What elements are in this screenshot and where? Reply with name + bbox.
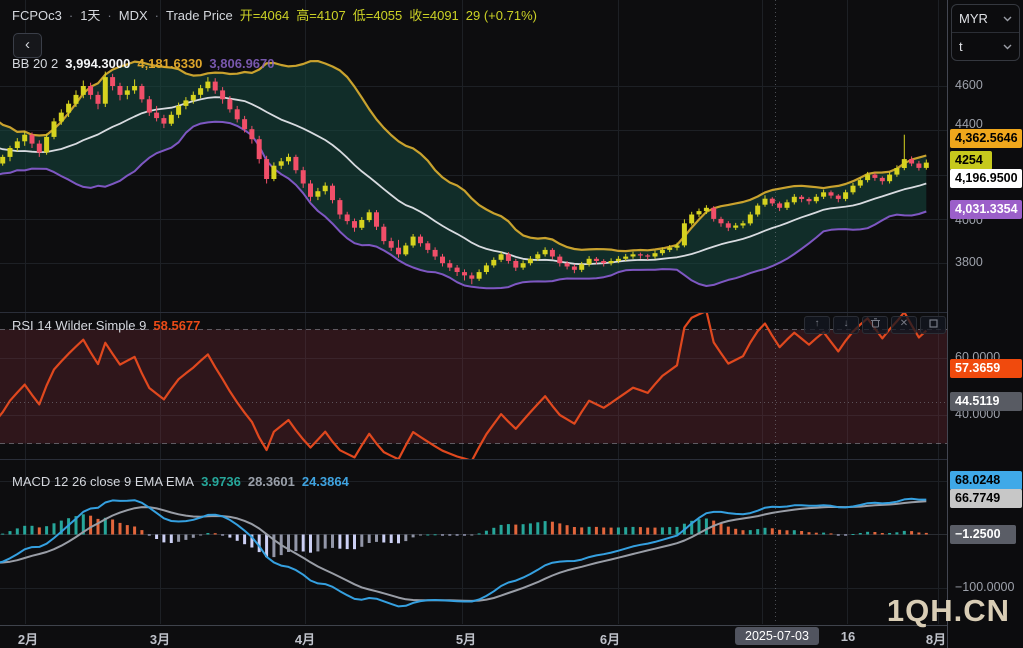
rsi-value-badge: 57.3659 [950,359,1022,378]
open-value: 开=4064 [240,5,290,24]
bb-basis-badge: 4,196.9500 [950,169,1022,188]
time-scale[interactable]: 2月 3月 4月 5月 6月 16 8月 2025-07-03 [0,625,1023,648]
chevron-down-icon [1003,44,1012,50]
axis-label: −100.0000 [948,580,1023,594]
bb-lower-value: 3,806.9670 [209,56,274,71]
time-label: 3月 [150,629,170,648]
currency-unit-selector: MYR t [951,4,1020,61]
time-label: 4月 [295,629,315,648]
separator: · [107,8,111,23]
last-price-badge: 4254 [950,151,992,170]
back-icon: ‹ [25,36,30,53]
time-label: 6月 [600,629,620,648]
series-type-label: Trade Price [166,8,233,23]
macd-signal-badge: 66.7749 [950,489,1022,508]
time-label: 16 [841,629,855,644]
time-label: 5月 [456,629,476,648]
chevron-down-icon [1003,16,1012,22]
price-scale[interactable]: MYR t 460044004000380060.000040.0000−100… [947,0,1023,648]
axis-label: 3800 [948,255,1023,269]
time-label: 8月 [926,629,946,648]
bb-title[interactable]: BB 20 2 [12,56,58,71]
separator: · [69,8,73,23]
bb-upper-value: 4,181.6330 [137,56,202,71]
maximize-pane-button[interactable] [920,316,946,334]
rsi-legend: RSI 14 Wilder Simple 9 58.5677 [12,318,200,333]
close-icon: ✕ [900,318,908,329]
macd-legend: MACD 12 26 close 9 EMA EMA 3.9736 28.360… [12,474,349,489]
arrow-up-icon: ↑ [815,318,820,329]
arrow-down-icon: ↓ [844,318,849,329]
chart-canvas[interactable] [0,0,947,625]
rsi-title[interactable]: RSI 14 Wilder Simple 9 [12,318,146,333]
interval-label[interactable]: 1天 [80,5,100,24]
move-pane-down-button[interactable]: ↓ [833,316,859,334]
currency-value: MYR [959,11,988,26]
crosshair-value-badge: 44.5119 [950,392,1022,411]
axis-label: 4600 [948,78,1023,92]
crosshair-date-badge: 2025-07-03 [735,627,819,645]
unit-value: t [959,39,963,54]
time-label: 2月 [18,629,38,648]
symbol-name[interactable]: FCPOc3 [12,8,62,23]
close-value: 收=4091 [409,5,459,24]
bb-lower-badge: 4,031.3354 [950,200,1022,219]
separator: · [155,8,159,23]
high-value: 高=4107 [296,5,346,24]
macd-line-value: 24.3864 [302,474,349,489]
move-pane-up-button[interactable]: ↑ [804,316,830,334]
bb-legend: BB 20 2 3,994.3000 4,181.6330 3,806.9670 [12,56,275,71]
macd-hist-value: 3.9736 [201,474,241,489]
delete-pane-button[interactable] [862,316,888,334]
bb-basis-value: 3,994.3000 [65,56,130,71]
macd-hist-badge: −1.2500 [950,525,1016,544]
unit-dropdown[interactable]: t [952,32,1019,60]
pane-toolbar: ↑ ↓ ✕ [804,316,946,334]
trash-icon [871,318,880,329]
change-value: 29 (+0.71%) [466,8,537,23]
back-button[interactable]: ‹ [13,33,42,58]
close-pane-button[interactable]: ✕ [891,316,917,334]
exchange-label: MDX [119,8,148,23]
macd-line-badge: 68.0248 [950,471,1022,490]
macd-title[interactable]: MACD 12 26 close 9 EMA EMA [12,474,194,489]
low-value: 低=4055 [353,5,403,24]
bb-upper-badge: 4,362.5646 [950,129,1022,148]
trading-chart-app: FCPOc3 · 1天 · MDX · Trade Price 开=4064 高… [0,0,1023,648]
rsi-value: 58.5677 [153,318,200,333]
macd-signal-value: 28.3601 [248,474,295,489]
maximize-icon [929,318,938,329]
currency-dropdown[interactable]: MYR [952,5,1019,32]
symbol-legend: FCPOc3 · 1天 · MDX · Trade Price 开=4064 高… [12,5,537,24]
